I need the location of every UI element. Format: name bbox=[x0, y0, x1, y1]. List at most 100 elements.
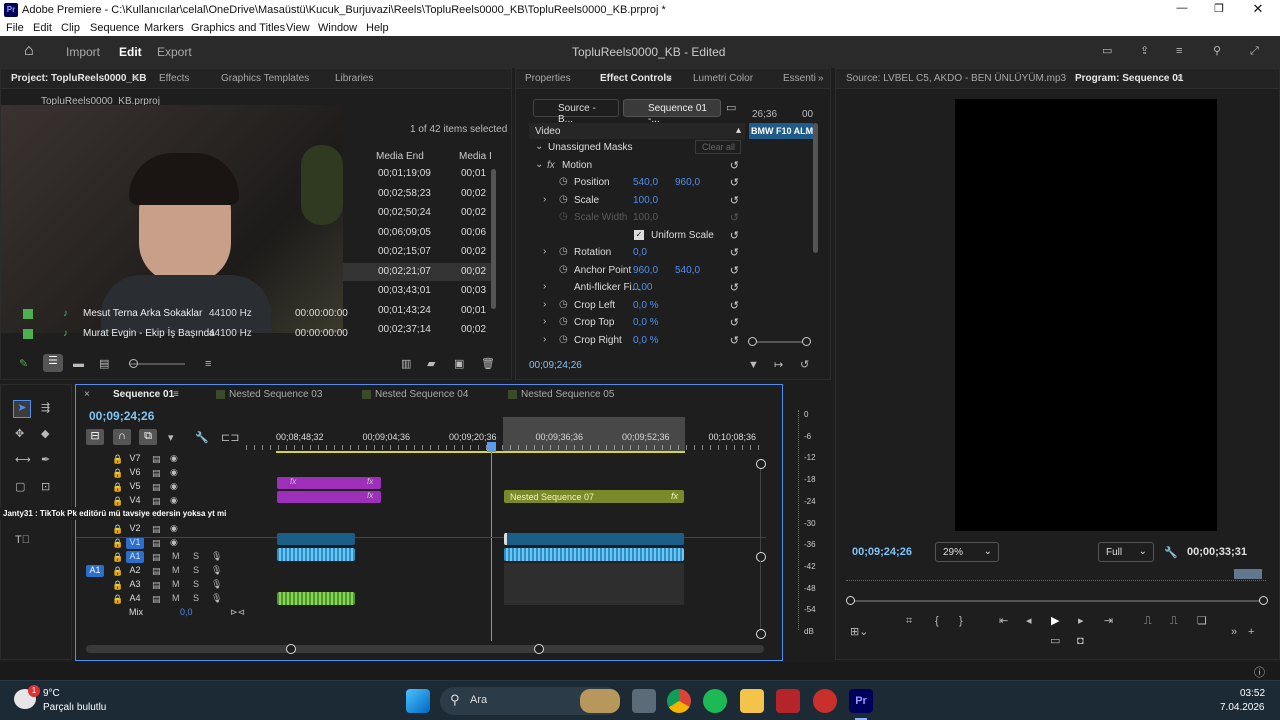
rectangle-icon[interactable]: ▢ bbox=[15, 480, 25, 494]
ec-scroll-track[interactable] bbox=[748, 337, 811, 346]
reset-icon[interactable]: ↺ bbox=[730, 229, 739, 242]
workspace-menu-icon[interactable]: ≡ bbox=[1176, 44, 1182, 58]
wrench-icon[interactable]: 🔧 bbox=[1164, 546, 1178, 560]
label-color-swatch[interactable] bbox=[23, 309, 33, 319]
v-scroll-video[interactable] bbox=[756, 459, 770, 562]
file-explorer-icon[interactable] bbox=[740, 689, 764, 713]
tab-graphics-templates[interactable]: Graphics Templates bbox=[221, 73, 309, 84]
a1-clip-left[interactable] bbox=[277, 548, 355, 561]
reset-icon[interactable]: ↺ bbox=[730, 264, 739, 277]
fullscreen-icon[interactable]: ⤢ bbox=[1250, 44, 1259, 58]
mark-out-icon[interactable]: } bbox=[959, 614, 963, 628]
table-row[interactable]: 00;02;15;07 00;02 bbox=[343, 243, 491, 261]
track-label-v4[interactable]: V4 bbox=[126, 495, 144, 507]
reset-icon[interactable]: ↺ bbox=[730, 281, 739, 294]
tab-essential[interactable]: Essenti bbox=[783, 73, 816, 84]
lock-icon[interactable]: 🔒 bbox=[112, 468, 123, 479]
filter-icon[interactable]: ▼ bbox=[748, 358, 759, 372]
table-row[interactable]: ♪ Murat Evgin - Ekip İş Başında 44100 Hz 00… bbox=[1, 325, 491, 343]
column-media-end[interactable]: Media End bbox=[376, 151, 424, 162]
table-row[interactable]: 00;06;09;05 00;06 bbox=[343, 224, 491, 242]
reset-icon[interactable]: ↺ bbox=[730, 159, 739, 172]
step-icon[interactable]: ↦ bbox=[774, 358, 783, 372]
stopwatch-icon[interactable]: ◷ bbox=[559, 194, 568, 205]
tab-menu-icon[interactable]: ≡ bbox=[133, 73, 139, 84]
track-label-v1[interactable]: V1 bbox=[126, 537, 144, 549]
v-scroll-handle[interactable] bbox=[756, 629, 766, 639]
start-icon[interactable] bbox=[406, 689, 430, 713]
solo-button[interactable]: S bbox=[193, 551, 199, 561]
chevron-right-icon[interactable]: › bbox=[543, 299, 546, 310]
mark-in-icon[interactable]: { bbox=[935, 614, 939, 628]
column-media-duration[interactable]: Media I bbox=[459, 151, 492, 162]
stopwatch-icon[interactable]: ◷ bbox=[559, 246, 568, 257]
menu-edit[interactable]: Edit bbox=[33, 22, 52, 34]
chevron-right-icon[interactable]: › bbox=[543, 246, 546, 257]
a1-clip-right[interactable] bbox=[504, 548, 684, 561]
mute-button[interactable]: M bbox=[172, 551, 180, 561]
v1-clip-left[interactable] bbox=[277, 533, 355, 545]
tab-effects[interactable]: Effects bbox=[159, 73, 189, 84]
tab-properties[interactable]: Properties bbox=[525, 73, 571, 84]
automate-icon[interactable]: ▥ bbox=[401, 357, 411, 371]
track-select-icon[interactable]: ⇶ bbox=[41, 401, 50, 415]
weather-text[interactable]: Parçalı bulutlu bbox=[43, 702, 106, 713]
play-icon[interactable]: ▶ bbox=[1051, 614, 1059, 628]
pen-icon[interactable]: ✒ bbox=[41, 453, 50, 467]
collapse-icon[interactable]: ▴ bbox=[736, 125, 741, 136]
snap-icon[interactable]: ∩ bbox=[113, 429, 131, 445]
clock-time[interactable]: 03:52 bbox=[1240, 688, 1265, 699]
lock-icon[interactable]: 🔒 bbox=[112, 524, 123, 535]
marker-icon[interactable]: ▾ bbox=[168, 431, 174, 445]
stopwatch-icon[interactable]: ◷ bbox=[559, 334, 568, 345]
tab-libraries[interactable]: Libraries bbox=[335, 73, 373, 84]
task-view-icon[interactable] bbox=[632, 689, 656, 713]
solo-button[interactable]: S bbox=[193, 565, 199, 575]
prop-value-1[interactable]: 0,0 % bbox=[633, 335, 659, 346]
prop-value-1[interactable]: 0,0 % bbox=[633, 300, 659, 311]
more-icon[interactable]: » bbox=[1231, 625, 1237, 639]
eye-icon[interactable]: ◉ bbox=[170, 523, 178, 534]
lock-icon[interactable]: 🔒 bbox=[112, 454, 123, 465]
microphone-icon[interactable]: 🎙 bbox=[211, 579, 222, 590]
more-tabs-icon[interactable]: » bbox=[818, 73, 824, 84]
chrome-icon[interactable] bbox=[667, 689, 691, 713]
reset-icon[interactable]: ↺ bbox=[730, 194, 739, 207]
track-label-a2[interactable]: A2 bbox=[126, 565, 144, 577]
loop-icon[interactable]: ↺ bbox=[800, 358, 809, 372]
track-label-a3[interactable]: A3 bbox=[126, 579, 144, 591]
lock-icon[interactable]: 🔒 bbox=[112, 482, 123, 493]
extract-icon[interactable]: ⎍ bbox=[1170, 614, 1178, 628]
minimize-button[interactable]: — bbox=[1172, 2, 1192, 14]
clear-all-button[interactable]: Clear all bbox=[695, 140, 741, 154]
prop-value-2[interactable]: 540,0 bbox=[675, 265, 700, 276]
track-label-v2[interactable]: V2 bbox=[126, 523, 144, 535]
search-icon[interactable]: ⚲ bbox=[1213, 44, 1221, 58]
fx-icon[interactable]: fx bbox=[547, 160, 555, 171]
camera-icon[interactable]: ◘ bbox=[1077, 634, 1084, 648]
sync-lock-icon[interactable]: ▤ bbox=[152, 538, 161, 549]
trash-icon[interactable]: 🗑 bbox=[481, 357, 495, 371]
tab-source[interactable]: Source: LVBEL C5, AKDO - BEN ÜNLÜYÜM.mp3 bbox=[846, 73, 1066, 84]
quality-dropdown[interactable]: Full ⌄ bbox=[1098, 542, 1154, 562]
add-button-icon[interactable]: + bbox=[1248, 625, 1254, 639]
microphone-icon[interactable]: 🎙 bbox=[211, 551, 222, 562]
stopwatch-icon[interactable]: ◷ bbox=[559, 176, 568, 187]
zoom-slider[interactable] bbox=[129, 359, 185, 368]
microphone-icon[interactable]: 🎙 bbox=[211, 593, 222, 604]
captions-icon[interactable]: ⊏⊐ bbox=[221, 431, 239, 445]
reset-icon[interactable]: ↺ bbox=[730, 176, 739, 189]
track-label-v5[interactable]: V5 bbox=[126, 481, 144, 493]
solo-button[interactable]: S bbox=[193, 593, 199, 603]
menu-clip[interactable]: Clip bbox=[61, 22, 80, 34]
in-out-bar[interactable] bbox=[276, 451, 685, 453]
tab-program[interactable]: Program: Sequence 01 bbox=[1075, 73, 1183, 84]
tab-menu-icon[interactable]: ≡ bbox=[666, 73, 672, 84]
reset-icon[interactable]: ↺ bbox=[730, 211, 739, 224]
program-playhead[interactable] bbox=[1234, 569, 1262, 579]
chevron-right-icon[interactable]: › bbox=[543, 316, 546, 327]
share-icon[interactable]: ⇪ bbox=[1140, 44, 1149, 58]
eye-icon[interactable]: ◉ bbox=[170, 481, 178, 492]
sync-lock-icon[interactable]: ▤ bbox=[152, 552, 161, 563]
eye-icon[interactable]: ◉ bbox=[170, 453, 178, 464]
